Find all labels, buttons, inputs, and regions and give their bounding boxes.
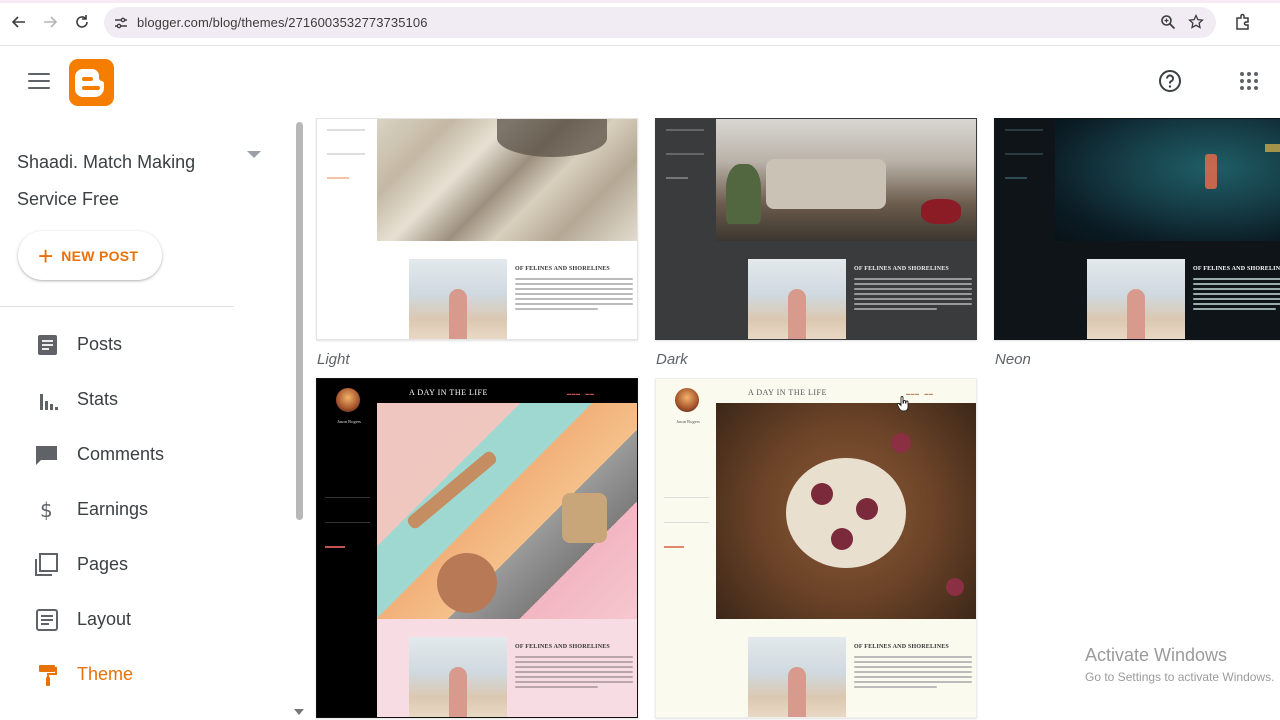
comments-icon: [36, 446, 57, 465]
sidebar-item-label: Layout: [77, 608, 132, 629]
sidebar-item-label: Earnings: [77, 498, 149, 519]
zoom-icon[interactable]: [1160, 14, 1176, 35]
tab-strip-edge: [0, 0, 1280, 3]
sidebar: Shaadi. Match Making Service Free + NEW …: [0, 118, 292, 720]
theme-label-light: Light: [317, 351, 350, 368]
main-menu-icon[interactable]: [28, 73, 50, 89]
sidebar-item-label: Posts: [77, 333, 123, 354]
theme-card-5[interactable]: Jason Rogers A DAY IN THE LIFE ▬▬▬ ▬▬ OF…: [655, 378, 977, 718]
sidebar-item-theme[interactable]: Theme: [0, 651, 292, 697]
preview-post-title: OF FELINES AND SHORELINES: [854, 266, 949, 272]
sidebar-item-comments[interactable]: Comments: [0, 431, 292, 477]
blogger-logo[interactable]: [69, 59, 114, 106]
theme-label-neon: Neon: [995, 351, 1031, 368]
sidebar-scrollbar-thumb[interactable]: [296, 122, 303, 520]
theme-gallery: OF FELINES AND SHORELINES Light OF FELIN…: [304, 118, 1280, 720]
theme-preview-image: [716, 403, 976, 619]
preview-post-title: OF FELINES AND SHORELINES: [515, 644, 610, 650]
sidebar-item-layout[interactable]: Layout: [0, 596, 292, 642]
url-text[interactable]: blogger.com/blog/themes/2716003532773735…: [137, 15, 428, 30]
sidebar-item-label: Stats: [77, 388, 119, 409]
stats-icon: [40, 394, 58, 410]
back-arrow-icon: [11, 16, 25, 28]
preview-nav: ▬▬▬ ▬▬: [567, 391, 595, 396]
pages-icon: [35, 553, 58, 576]
reload-button[interactable]: [70, 10, 94, 34]
theme-preview-image: [377, 119, 637, 241]
theme-preview-post: OF FELINES AND SHORELINES: [995, 241, 1280, 339]
app-header: [0, 46, 1280, 118]
theme-card-light[interactable]: OF FELINES AND SHORELINES: [316, 118, 638, 340]
new-post-label: NEW POST: [61, 247, 139, 264]
new-post-button[interactable]: + NEW POST: [18, 231, 162, 280]
theme-preview-image: [716, 119, 976, 241]
preview-avatar: [336, 388, 360, 412]
bookmark-star-icon[interactable]: [1188, 13, 1204, 35]
site-info-icon[interactable]: [110, 12, 131, 33]
theme-preview-image: [1055, 119, 1280, 241]
posts-icon: [38, 335, 57, 355]
google-apps-icon[interactable]: [1240, 72, 1260, 92]
svg-text:$: $: [40, 498, 53, 522]
sidebar-item-posts[interactable]: Posts: [0, 321, 292, 367]
watermark-line1: Activate Windows: [1085, 645, 1228, 665]
preview-nav: ▬▬▬ ▬▬: [906, 391, 934, 396]
sidebar-item-label: Theme: [77, 663, 134, 684]
blog-dropdown-icon[interactable]: [247, 151, 261, 158]
preview-post-title: OF FELINES AND SHORELINES: [1193, 266, 1280, 272]
back-button[interactable]: [7, 10, 31, 34]
preview-avatar: [675, 388, 699, 412]
theme-label-dark: Dark: [656, 351, 688, 368]
blog-selector[interactable]: Shaadi. Match Making Service Free: [17, 144, 237, 218]
layout-icon: [36, 609, 58, 631]
forward-arrow-icon: [44, 16, 58, 28]
preview-author: Jason Rogers: [676, 419, 700, 424]
theme-preview-post: OF FELINES AND SHORELINES: [656, 619, 976, 717]
earnings-icon: $: [40, 498, 53, 522]
sidebar-item-stats[interactable]: Stats: [0, 376, 292, 422]
preview-blog-head: A DAY IN THE LIFE: [409, 388, 488, 397]
forward-button[interactable]: [38, 10, 62, 34]
theme-card-4[interactable]: Jason Rogers A DAY IN THE LIFE ▬▬▬ ▬▬ OF…: [316, 378, 638, 718]
theme-icon: [39, 665, 57, 686]
theme-card-dark[interactable]: OF FELINES AND SHORELINES: [655, 118, 977, 340]
mouse-cursor-hand-icon: [897, 396, 909, 412]
theme-preview-post: OF FELINES AND SHORELINES: [656, 241, 976, 339]
scroll-down-arrow-icon[interactable]: [294, 709, 304, 715]
plus-icon: +: [38, 240, 54, 271]
browser-toolbar: blogger.com/blog/themes/2716003532773735…: [0, 0, 1280, 46]
preview-author: Jason Rogers: [337, 419, 361, 424]
activate-windows-watermark: Activate Windows Go to Settings to activ…: [1085, 645, 1274, 684]
theme-preview-image: [377, 403, 637, 619]
sidebar-item-earnings[interactable]: $ Earnings: [0, 486, 292, 532]
preview-post-title: OF FELINES AND SHORELINES: [515, 266, 610, 272]
sidebar-item-pages[interactable]: Pages: [0, 541, 292, 587]
address-bar[interactable]: blogger.com/blog/themes/2716003532773735…: [104, 7, 1216, 38]
sidebar-item-label: Comments: [77, 443, 165, 464]
watermark-line2: Go to Settings to activate Windows.: [1085, 670, 1275, 684]
reload-icon: [76, 15, 88, 28]
sidebar-divider: [0, 306, 234, 307]
extensions-icon[interactable]: [1234, 13, 1252, 36]
theme-preview-post: OF FELINES AND SHORELINES: [317, 241, 637, 339]
help-icon[interactable]: [1158, 69, 1182, 93]
preview-post-title: OF FELINES AND SHORELINES: [854, 644, 949, 650]
theme-card-neon[interactable]: OF FELINES AND SHORELINES: [994, 118, 1280, 340]
preview-blog-head: A DAY IN THE LIFE: [748, 388, 827, 397]
sidebar-item-label: Pages: [77, 553, 129, 574]
